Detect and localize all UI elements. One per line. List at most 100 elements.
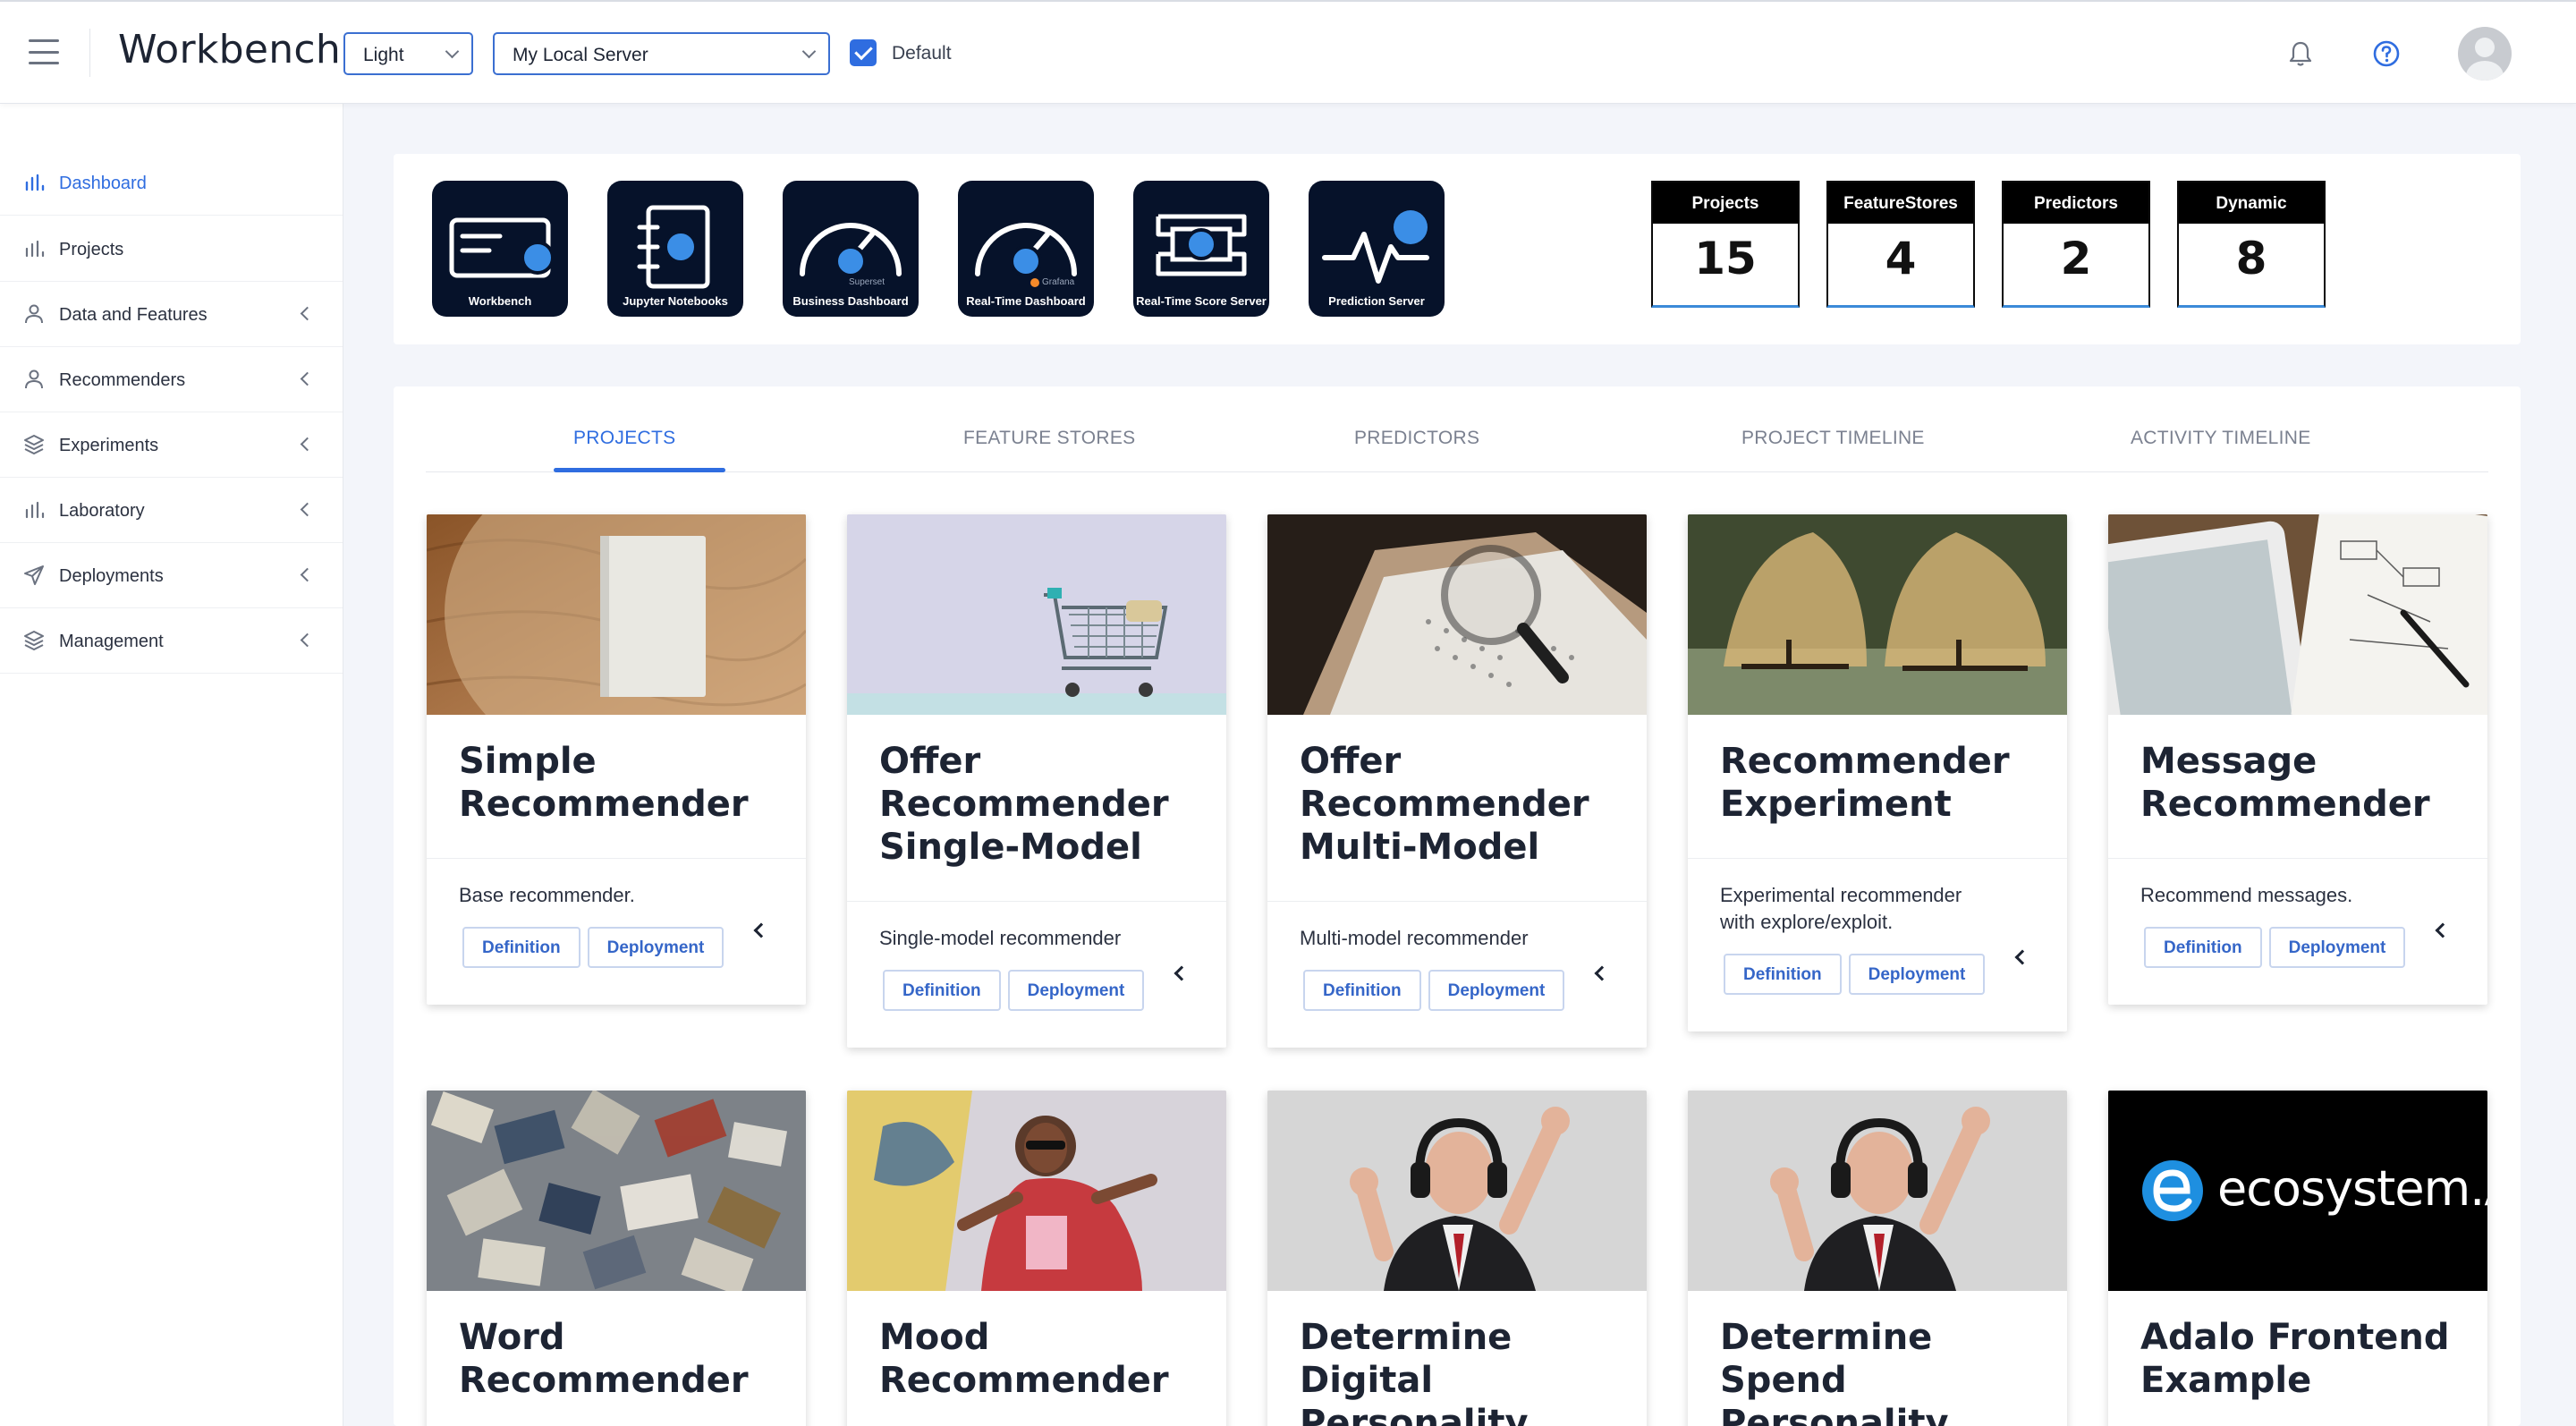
stat-value: 2 — [2060, 233, 2092, 284]
layers-icon — [24, 631, 44, 650]
project-card[interactable]: Determine Digital Personality — [1267, 1091, 1647, 1426]
server-select[interactable]: My Local Server — [493, 32, 830, 75]
help-icon[interactable] — [2370, 38, 2402, 70]
project-card[interactable]: Word Recommender — [427, 1091, 806, 1426]
project-title: Determine Digital Personality — [1300, 1317, 1529, 1426]
project-description: Recommend messages. — [2140, 884, 2353, 906]
sidebar-item-dashboard[interactable]: Dashboard — [0, 150, 343, 216]
sidebar-item-label: Projects — [59, 240, 124, 259]
tab-projects[interactable]: PROJECTS — [573, 428, 675, 449]
deployment-button[interactable]: Deployment — [1007, 970, 1145, 1011]
definition-button[interactable]: Definition — [1724, 954, 1842, 995]
sidebar-item-management[interactable]: Management — [0, 608, 343, 674]
sidebar-item-data-and-features[interactable]: Data and Features — [0, 282, 343, 347]
stat-label: Dynamic — [2179, 182, 2324, 224]
stat-feature-stores[interactable]: FeatureStores 4 — [1826, 181, 1975, 308]
deployment-button[interactable]: Deployment — [1428, 970, 1565, 1011]
launcher-prediction-server[interactable]: Prediction Server — [1309, 181, 1445, 317]
stat-label: Predictors — [2004, 182, 2148, 224]
project-title: Offer Recommender Multi-Model — [1300, 741, 1589, 868]
launcher-business-dashboard[interactable]: Superset Business Dashboard — [783, 181, 919, 317]
tab-bar: PROJECTS FEATURE STORES PREDICTORS PROJE… — [426, 386, 2488, 472]
stat-label: FeatureStores — [1828, 182, 1973, 224]
deployment-button[interactable]: Deployment — [587, 927, 724, 968]
tab-project-timeline[interactable]: PROJECT TIMELINE — [1741, 428, 1925, 449]
sidebar-item-label: Dashboard — [59, 174, 147, 193]
tab-feature-stores[interactable]: FEATURE STORES — [963, 428, 1135, 449]
project-card[interactable]: Determine Spend Personality — [1688, 1091, 2067, 1426]
project-description: Single-model recommender — [879, 927, 1122, 949]
active-tab-indicator — [554, 468, 725, 472]
card-actions: Definition Deployment — [2108, 909, 2487, 986]
project-image — [1688, 514, 2067, 715]
sidebar-item-experiments[interactable]: Experiments — [0, 412, 343, 478]
bell-icon[interactable] — [2284, 38, 2317, 70]
launcher-panel: Workbench Jupyter Notebooks Superset Bus… — [394, 154, 2521, 344]
definition-button[interactable]: Definition — [1303, 970, 1421, 1011]
stat-predictors[interactable]: Predictors 2 — [2002, 181, 2150, 308]
stat-value: 15 — [1694, 233, 1757, 284]
project-card[interactable]: Recommender Experiment Experimental reco… — [1688, 514, 2067, 1031]
project-card[interactable]: Message Recommender Recommend messages. … — [2108, 514, 2487, 1005]
avatar[interactable] — [2458, 27, 2512, 81]
project-card[interactable]: Mood Recommender — [847, 1091, 1226, 1426]
project-card[interactable]: Offer Recommender Single-Model Single-mo… — [847, 514, 1226, 1048]
sidebar-item-projects[interactable]: Projects — [0, 216, 343, 282]
project-title: Message Recommender — [2140, 741, 2430, 825]
stat-dynamic[interactable]: Dynamic 8 — [2177, 181, 2326, 308]
tab-predictors[interactable]: PREDICTORS — [1354, 428, 1479, 449]
project-image — [847, 514, 1226, 715]
chevron-down-icon — [445, 44, 460, 59]
launcher-label: Real-Time Score Server — [1136, 294, 1267, 308]
launcher-jupyter-notebooks[interactable]: Jupyter Notebooks — [607, 181, 743, 317]
app-title: Workbench — [118, 27, 342, 72]
project-title: Simple Recommender — [459, 741, 749, 825]
top-bar: Workbench Light My Local Server Default — [0, 0, 2576, 104]
project-title: Adalo Frontend Example — [2140, 1317, 2450, 1401]
sidebar-item-label: Deployments — [59, 566, 164, 586]
theme-select[interactable]: Light — [343, 32, 473, 75]
stat-projects[interactable]: Projects 15 — [1651, 181, 1800, 308]
project-card[interactable]: Offer Recommender Multi-Model Multi-mode… — [1267, 514, 1647, 1048]
definition-button[interactable]: Definition — [883, 970, 1001, 1011]
definition-button[interactable]: Definition — [462, 927, 580, 968]
chevron-left-icon — [300, 632, 315, 648]
deployment-button[interactable]: Deployment — [2268, 927, 2406, 968]
project-card[interactable]: Simple Recommender Base recommender. Def… — [427, 514, 806, 1005]
tab-activity-timeline[interactable]: ACTIVITY TIMELINE — [2131, 428, 2311, 449]
chevron-left-icon — [300, 502, 315, 517]
sidebar-item-laboratory[interactable]: Laboratory — [0, 478, 343, 543]
user-icon — [25, 304, 43, 324]
chevron-left-icon — [300, 437, 315, 452]
card-actions: Definition Deployment — [427, 909, 806, 986]
card-actions: Definition Deployment — [847, 952, 1226, 1029]
launcher-real-time-dashboard[interactable]: Grafana Real-Time Dashboard — [958, 181, 1094, 317]
project-image — [1267, 1091, 1647, 1291]
sidebar-item-deployments[interactable]: Deployments — [0, 543, 343, 608]
chevron-left-icon — [300, 306, 315, 321]
sidebar: Dashboard Projects Data and Features Rec… — [0, 104, 343, 1426]
menu-icon[interactable] — [29, 39, 59, 64]
definition-button[interactable]: Definition — [2144, 927, 2262, 968]
project-image — [847, 1091, 1226, 1291]
project-image — [427, 514, 806, 715]
chevron-down-icon — [801, 44, 817, 59]
launcher-workbench[interactable]: Workbench — [432, 181, 568, 317]
project-card[interactable]: ecosystem.Ai Adalo Frontend Example — [2108, 1091, 2487, 1426]
deployment-button[interactable]: Deployment — [1848, 954, 1986, 995]
sidebar-item-label: Laboratory — [59, 501, 145, 521]
card-actions: Definition Deployment — [1688, 936, 2067, 1013]
default-checkbox[interactable] — [850, 39, 877, 66]
project-image — [2108, 514, 2487, 715]
project-title: Recommender Experiment — [1720, 741, 2010, 825]
project-description: Base recommender. — [459, 884, 635, 906]
default-checkbox-label: Default — [892, 43, 952, 64]
sidebar-item-recommenders[interactable]: Recommenders — [0, 347, 343, 412]
launcher-real-time-score-server[interactable]: Real-Time Score Server — [1133, 181, 1269, 317]
server-select-value: My Local Server — [513, 45, 648, 65]
user-icon — [25, 369, 43, 389]
launcher-label: Workbench — [468, 294, 532, 308]
sidebar-item-label: Recommenders — [59, 370, 186, 390]
project-description: Multi-model recommender — [1300, 927, 1529, 949]
project-image — [427, 1091, 806, 1291]
